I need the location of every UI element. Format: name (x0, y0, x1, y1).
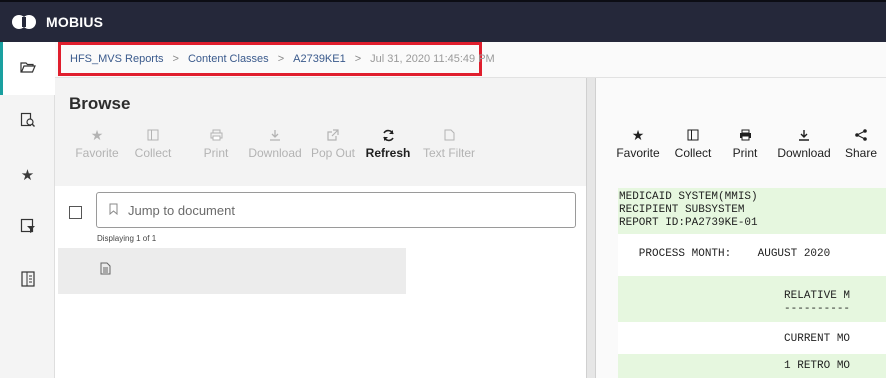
breadcrumb-item-content-class[interactable]: A2739KE1 (293, 53, 346, 65)
pop-out-label: Pop Out (310, 146, 356, 160)
viewer-collect-label: Collect (674, 146, 712, 160)
breadcrumb-bar: HFS_MVS Reports > Content Classes > A273… (55, 42, 886, 78)
page-title: Browse (69, 94, 131, 113)
mobius-logo-icon (12, 15, 36, 29)
jump-to-document-input[interactable]: Jump to document (96, 192, 576, 228)
refresh-label: Refresh (365, 146, 411, 160)
viewer-share-label: Share (844, 146, 878, 160)
share-icon (855, 124, 867, 146)
viewer-collect-button[interactable]: Collect (665, 124, 721, 160)
report-icon (20, 270, 35, 291)
viewer-print-button[interactable]: Print (721, 124, 769, 160)
select-all-checkbox[interactable] (69, 206, 82, 219)
favorite-button[interactable]: ★ Favorite (75, 124, 119, 161)
report-line: RELATIVE M (619, 290, 851, 302)
document-filter-icon (20, 218, 36, 238)
star-icon: ★ (90, 126, 104, 143)
report-content: MEDICAID SYSTEM(MMIS) RECIPIENT SUBSYSTE… (618, 188, 886, 378)
breadcrumb-separator: > (172, 53, 179, 65)
viewer-download-button[interactable]: Download (769, 124, 839, 160)
refresh-button[interactable]: Refresh (361, 124, 415, 160)
sidebar-item-reports[interactable] (0, 254, 55, 307)
text-filter-label: Text Filter (422, 146, 475, 160)
browse-toolbar: ★ Favorite Collect Print Download Pop Ou… (75, 124, 483, 161)
breadcrumb-separator: > (354, 53, 362, 65)
collect-button[interactable]: Collect (119, 124, 187, 160)
report-line: PROCESS MONTH: AUGUST 2020 (619, 248, 831, 260)
folder-open-icon (19, 60, 36, 77)
download-icon (798, 124, 810, 146)
collect-icon (147, 124, 159, 146)
sidebar-item-browse[interactable] (0, 42, 55, 95)
pop-out-icon (327, 124, 339, 146)
sidebar-item-favorites[interactable]: ★ (0, 148, 55, 201)
viewer-favorite-label: Favorite (616, 146, 660, 160)
favorite-label: Favorite (75, 146, 119, 160)
displaying-count: Displaying 1 of 1 (97, 234, 157, 243)
jump-to-document-placeholder: Jump to document (128, 202, 235, 218)
viewer-favorite-button[interactable]: ★ Favorite (611, 124, 665, 161)
sidebar: ★ (0, 42, 55, 378)
breadcrumb-separator: > (277, 53, 285, 65)
app-title: MOBIUS (46, 14, 104, 30)
refresh-icon (382, 124, 395, 146)
download-icon (269, 124, 281, 146)
breadcrumb-current-version: Jul 31, 2020 11:45:49 PM (370, 53, 495, 65)
printer-icon (210, 124, 223, 146)
breadcrumb-item-content-classes[interactable]: Content Classes (188, 53, 269, 65)
collect-icon (687, 124, 699, 146)
download-button[interactable]: Download (245, 124, 305, 160)
browse-header: Browse ★ Favorite Collect Print Download… (55, 78, 586, 186)
viewer-toolbar: ★ Favorite Collect Print Download Share (611, 124, 883, 161)
text-filter-icon (444, 124, 455, 146)
browse-pane: Browse ★ Favorite Collect Print Download… (55, 78, 586, 378)
document-icon (100, 262, 111, 278)
report-line: ---------- (619, 303, 851, 315)
viewer-share-button[interactable]: Share (839, 124, 883, 160)
print-label: Print (203, 146, 229, 160)
star-icon: ★ (20, 166, 35, 184)
report-viewer: ★ Favorite Collect Print Download Share … (596, 78, 886, 378)
text-filter-button[interactable]: Text Filter (415, 124, 483, 160)
print-button[interactable]: Print (187, 124, 245, 160)
report-line: REPORT ID:PA2739KE-01 (619, 217, 758, 229)
pane-splitter[interactable] (586, 78, 596, 378)
download-label: Download (248, 146, 302, 160)
viewer-download-label: Download (777, 146, 831, 160)
collect-label: Collect (134, 146, 172, 160)
pop-out-button[interactable]: Pop Out (305, 124, 361, 160)
report-line: MEDICAID SYSTEM(MMIS) (619, 191, 758, 203)
app-header: MOBIUS (0, 0, 886, 42)
report-line: CURRENT MO (619, 333, 851, 345)
viewer-print-label: Print (732, 146, 758, 160)
printer-icon (739, 124, 752, 146)
report-line: 1 RETRO MO (619, 360, 851, 372)
list-item[interactable] (58, 248, 406, 294)
bookmark-icon (109, 203, 118, 218)
star-icon: ★ (631, 126, 645, 143)
document-search-icon (20, 112, 36, 132)
sidebar-item-search[interactable] (0, 95, 55, 148)
breadcrumb: HFS_MVS Reports > Content Classes > A273… (58, 42, 495, 76)
sidebar-item-filter[interactable] (0, 201, 55, 254)
report-line: RECIPIENT SUBSYSTEM (619, 204, 745, 216)
breadcrumb-item-hfs-mvs-reports[interactable]: HFS_MVS Reports (70, 53, 164, 65)
